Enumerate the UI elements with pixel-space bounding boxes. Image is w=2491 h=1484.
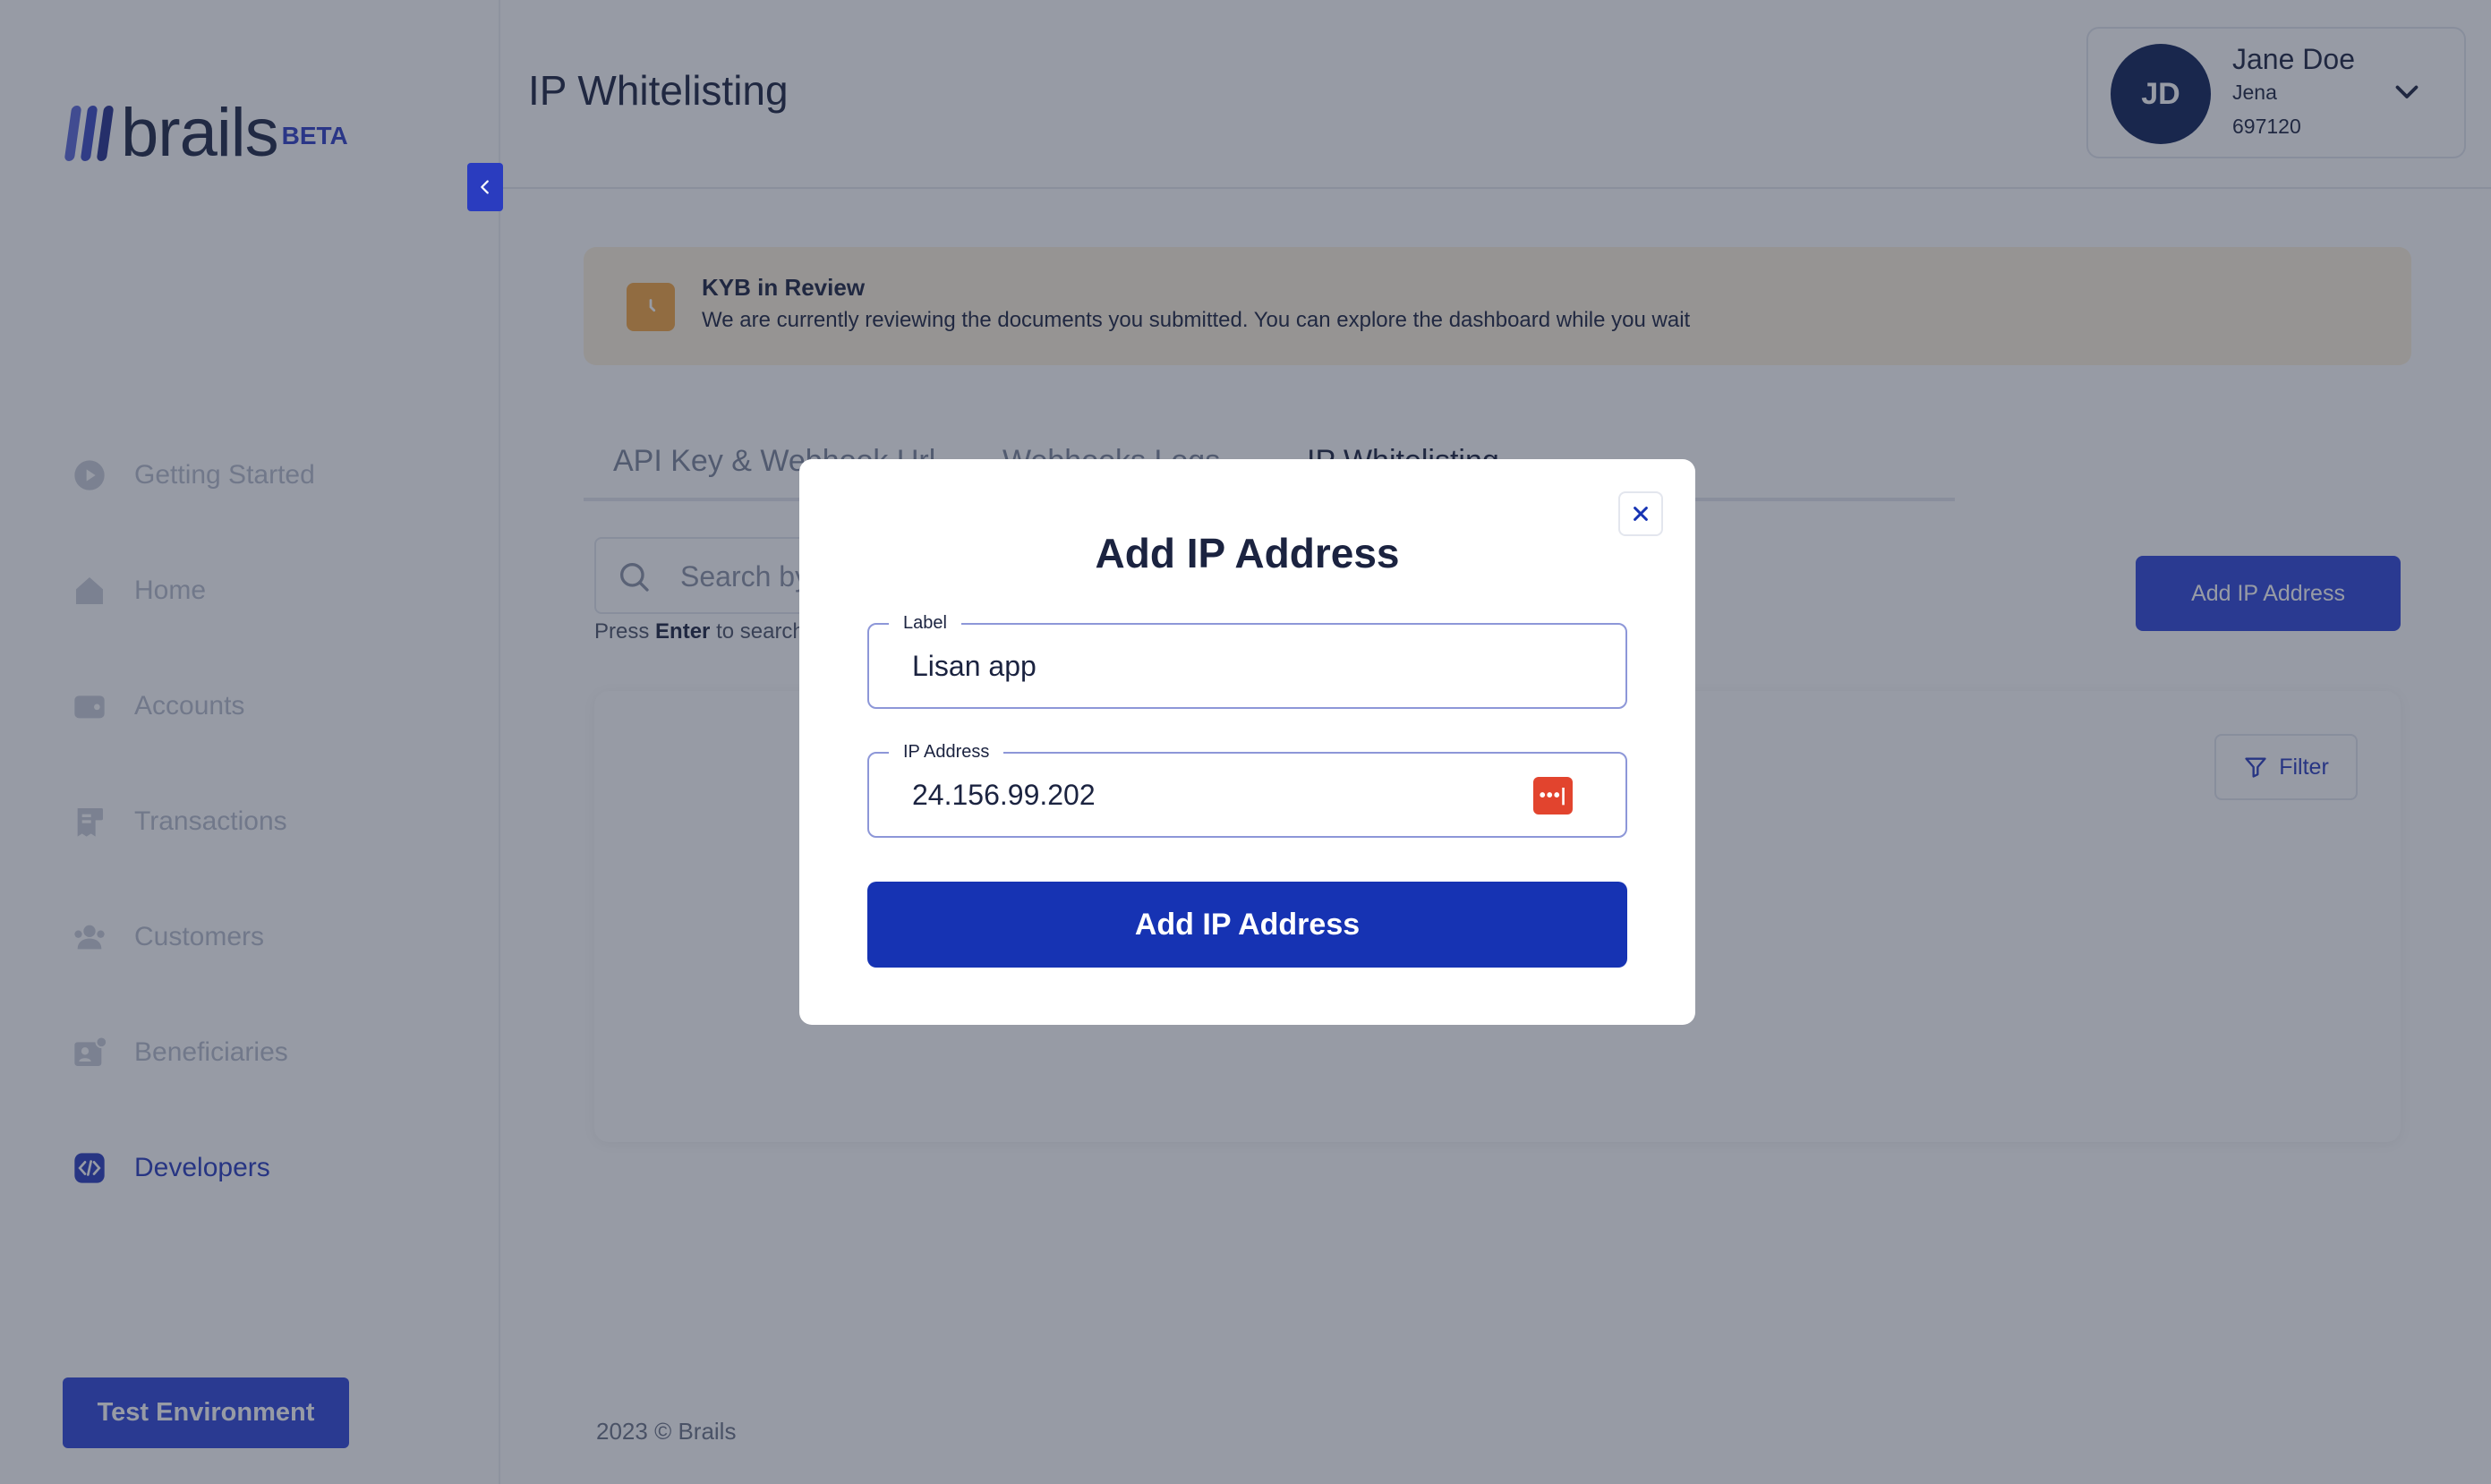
label-field: Label	[867, 611, 1627, 709]
ip-address-input[interactable]	[912, 773, 1539, 816]
ip-address-field-label: IP Address	[889, 740, 1004, 763]
chevron-left-icon	[481, 180, 489, 194]
collapse-sidebar-button[interactable]	[467, 163, 503, 211]
ip-address-field: IP Address •••|	[867, 740, 1627, 838]
close-icon	[1634, 507, 1648, 521]
label-input[interactable]	[912, 644, 1539, 687]
submit-add-ip-button[interactable]: Add IP Address	[867, 882, 1627, 968]
label-field-label: Label	[889, 611, 961, 635]
modal-title: Add IP Address	[1095, 530, 1400, 576]
password-manager-icon[interactable]: •••|	[1533, 777, 1573, 814]
add-ip-modal: Add IP Address Label IP Address •••| Add…	[799, 459, 1695, 1025]
